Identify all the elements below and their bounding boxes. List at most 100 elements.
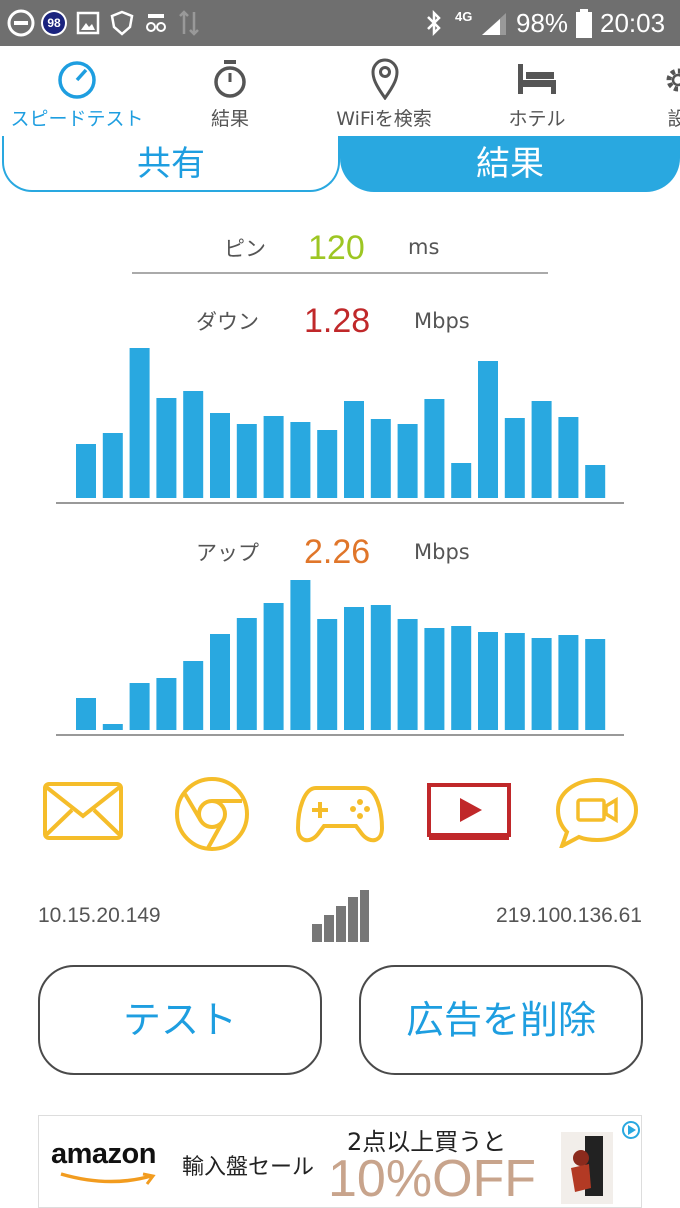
test-button[interactable]: テスト — [38, 965, 322, 1075]
ping-divider — [132, 272, 548, 274]
tab-settings[interactable]: 設 — [662, 46, 680, 132]
download-bar — [397, 424, 418, 498]
ping-unit: ms — [408, 235, 440, 259]
local-ip: 10.15.20.149 — [38, 904, 161, 927]
upload-bar — [531, 638, 552, 730]
download-bar — [370, 419, 391, 498]
upload-value: 2.26 — [304, 533, 371, 571]
public-ip: 219.100.136.61 — [496, 904, 642, 927]
segment-result[interactable]: 結果 — [340, 136, 680, 192]
download-label: ダウン — [196, 310, 259, 334]
album-cover-image — [561, 1132, 613, 1204]
tab-label: 結果 — [210, 108, 250, 130]
download-bar — [531, 401, 552, 498]
upload-bar — [156, 678, 177, 730]
tab-wifi-search[interactable]: WiFiを検索 — [300, 46, 470, 132]
tab-bar: スピードテスト 結果 WiFiを検索 ホテル 設 — [0, 46, 680, 132]
download-bar — [183, 391, 204, 498]
battery-percent: 98% — [516, 8, 569, 38]
clock: 20:03 — [600, 8, 666, 38]
location-pin-icon — [371, 58, 399, 100]
download-unit: Mbps — [414, 309, 470, 333]
segment-share[interactable]: 共有 — [2, 136, 340, 192]
download-value: 1.28 — [304, 302, 371, 340]
signal-bars-icon — [312, 890, 369, 942]
shield-icon — [110, 10, 134, 36]
notification-count: 98 — [43, 12, 65, 34]
tab-hotel[interactable]: ホテル — [470, 46, 620, 132]
data-transfer-icon — [179, 10, 199, 36]
upload-bar — [424, 628, 445, 730]
upload-bar — [290, 580, 311, 730]
cell-signal-icon — [482, 13, 506, 35]
upload-bar — [102, 724, 123, 730]
upload-bar — [370, 605, 391, 730]
upload-chart — [56, 580, 624, 736]
ad-brand: amazon — [51, 1138, 156, 1170]
upload-bar — [76, 698, 96, 730]
upload-bar — [585, 639, 606, 730]
video-chat-icon[interactable] — [554, 776, 640, 848]
upload-bar — [210, 634, 230, 730]
upload-bar — [317, 619, 338, 730]
download-bar — [504, 418, 525, 498]
amazon-smile-logo — [60, 1172, 156, 1185]
upload-bar — [504, 633, 525, 730]
tab-label: 設 — [667, 108, 680, 130]
do-not-disturb-icon — [7, 9, 35, 37]
network-type: 4G — [455, 9, 473, 24]
download-bar — [424, 399, 445, 498]
speedometer-icon — [58, 61, 96, 99]
download-chart — [56, 348, 624, 504]
notification-badge: 98 — [41, 10, 67, 36]
download-bar — [317, 430, 338, 498]
status-bar: 98 4G 98% 20:03 — [0, 0, 680, 46]
download-bar — [290, 422, 311, 498]
download-bar — [156, 398, 177, 498]
tab-speedtest[interactable]: スピードテスト — [0, 46, 160, 132]
tab-label: スピードテスト — [10, 108, 144, 130]
upload-unit: Mbps — [414, 540, 470, 564]
download-bar — [76, 444, 96, 498]
ping-label: ピン — [224, 237, 266, 261]
download-bar — [236, 424, 257, 498]
upload-bar — [478, 632, 498, 730]
tab-label: WiFiを検索 — [336, 108, 432, 130]
settings-icon — [666, 68, 680, 92]
upload-bar — [397, 619, 418, 730]
download-bar — [344, 401, 364, 498]
adchoices-icon[interactable] — [621, 1120, 641, 1140]
ad-banner[interactable]: amazon 輸入盤セール 2点以上買うと 10%OFF — [38, 1115, 642, 1208]
stopwatch-icon — [214, 60, 246, 98]
gamepad-icon[interactable] — [296, 780, 384, 846]
download-bar — [478, 361, 498, 498]
upload-bar — [263, 603, 284, 730]
upload-bar — [451, 626, 472, 730]
upload-bar — [129, 683, 150, 730]
download-bar — [585, 465, 606, 498]
gallery-icon — [76, 11, 100, 35]
upload-bar — [344, 607, 364, 730]
download-bar — [451, 463, 472, 498]
ad-text: 輸入盤セール — [182, 1155, 315, 1180]
download-bar — [102, 433, 123, 498]
ping-value: 120 — [308, 229, 365, 267]
tab-label: ホテル — [508, 108, 566, 130]
tab-results[interactable]: 結果 — [160, 46, 300, 132]
download-bar — [129, 348, 150, 498]
ad-offer: 10%OFF — [328, 1150, 537, 1208]
download-bar — [263, 416, 284, 498]
mail-icon[interactable] — [42, 780, 124, 842]
bed-icon — [518, 64, 556, 94]
bluetooth-icon — [427, 9, 441, 37]
upload-bar — [558, 635, 579, 730]
upload-bar — [236, 618, 257, 730]
upload-label: アップ — [196, 541, 259, 565]
browser-icon[interactable] — [172, 774, 252, 854]
remove-ads-button[interactable]: 広告を削除 — [359, 965, 643, 1075]
download-bar — [558, 417, 579, 498]
battery-icon — [576, 9, 592, 38]
download-bar — [210, 413, 230, 498]
tty-icon — [146, 14, 166, 32]
video-play-icon[interactable] — [426, 782, 512, 842]
